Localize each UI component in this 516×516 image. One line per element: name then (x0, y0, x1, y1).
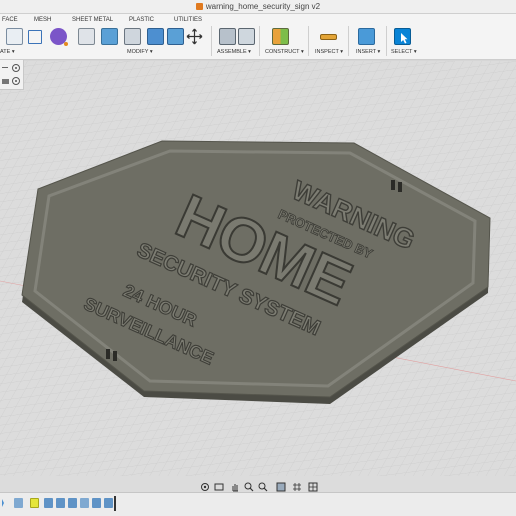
grid-settings-icon[interactable] (292, 479, 302, 491)
timeline-feature[interactable] (104, 498, 113, 508)
zoom-window-icon[interactable] (258, 479, 268, 492)
pan-hand-icon[interactable] (230, 479, 240, 492)
document-tab[interactable]: warning_home_security_sign v2 (0, 2, 516, 11)
navigation-bar (0, 476, 516, 492)
toolbar-separator (259, 26, 260, 56)
folder-icon (2, 79, 9, 84)
tab-mesh[interactable]: MESH (34, 17, 51, 23)
model-canvas: WARNING PROTECTED BY HOME SECURITY SYSTE… (0, 61, 516, 476)
offset-plane-tool[interactable] (272, 28, 289, 45)
move-arrows-icon (186, 28, 203, 45)
tab-plastic[interactable]: PLASTIC (129, 17, 154, 23)
timeline-feature[interactable] (44, 498, 53, 508)
insert-group-label[interactable]: INSERT ▾ (356, 49, 380, 55)
measure-tool[interactable] (320, 34, 337, 40)
collapse-dash-icon[interactable] (2, 67, 8, 68)
viewports-icon[interactable] (308, 479, 318, 492)
shell-tool[interactable] (124, 28, 141, 45)
inspect-group-label[interactable]: INSPECT ▾ (315, 49, 343, 55)
timeline-marker[interactable] (114, 496, 116, 511)
select-group-label[interactable]: SELECT ▾ (391, 49, 417, 55)
timeline-play-icon[interactable] (2, 499, 8, 507)
title-bar: warning_home_security_sign v2 (0, 0, 516, 14)
fillet-tool[interactable] (101, 28, 118, 45)
toolbar-separator (308, 26, 309, 56)
timeline-feature[interactable] (68, 498, 77, 508)
create-sketch-tool[interactable] (6, 28, 23, 45)
toolbar-separator (386, 26, 387, 56)
visibility-eye-icon[interactable] (12, 64, 20, 72)
display-settings-icon[interactable] (276, 479, 286, 492)
timeline-feature[interactable] (80, 498, 89, 508)
timeline (0, 492, 516, 516)
browser-panel-stub (0, 60, 24, 90)
new-component-tool[interactable] (219, 28, 236, 45)
scale-tool[interactable] (167, 28, 184, 45)
press-pull-tool[interactable] (78, 28, 95, 45)
toolbar-separator (348, 26, 349, 56)
tab-sheet-metal[interactable]: SHEET METAL (72, 17, 113, 23)
visibility-eye-icon[interactable] (12, 77, 20, 85)
tab-face[interactable]: FACE (2, 17, 18, 23)
canvas-viewport[interactable]: WARNING PROTECTED BY HOME SECURITY SYSTE… (0, 61, 516, 476)
timeline-feature[interactable] (56, 498, 65, 508)
timeline-feature-selected[interactable] (30, 498, 39, 508)
modify-group-label[interactable]: MODIFY ▾ (127, 49, 153, 55)
move-tool[interactable] (186, 28, 203, 45)
tab-utilities[interactable]: UTILITIES (174, 17, 202, 23)
construct-group-label[interactable]: CONSTRUCT ▾ (265, 49, 304, 55)
timeline-feature[interactable] (14, 498, 23, 508)
timeline-feature[interactable] (92, 498, 101, 508)
look-at-icon[interactable] (214, 479, 224, 491)
orbit-icon[interactable] (200, 479, 210, 491)
combine-tool[interactable] (147, 28, 164, 45)
document-title: warning_home_security_sign v2 (205, 2, 321, 11)
assemble-group-label[interactable]: ASSEMBLE ▾ (217, 49, 251, 55)
document-icon (195, 3, 203, 10)
zoom-icon[interactable] (244, 479, 254, 492)
insert-image-tool[interactable] (358, 28, 375, 45)
toolbar-separator (211, 26, 212, 56)
select-tool[interactable] (394, 28, 411, 45)
toolbar: FACE MESH SHEET METAL PLASTIC UTILITIES … (0, 14, 516, 60)
joint-tool[interactable] (238, 28, 255, 45)
create-group-label[interactable]: ATE ▾ (0, 49, 15, 55)
cursor-icon (401, 33, 408, 44)
form-tool[interactable] (28, 30, 42, 44)
mesh-dot-icon (64, 42, 68, 46)
